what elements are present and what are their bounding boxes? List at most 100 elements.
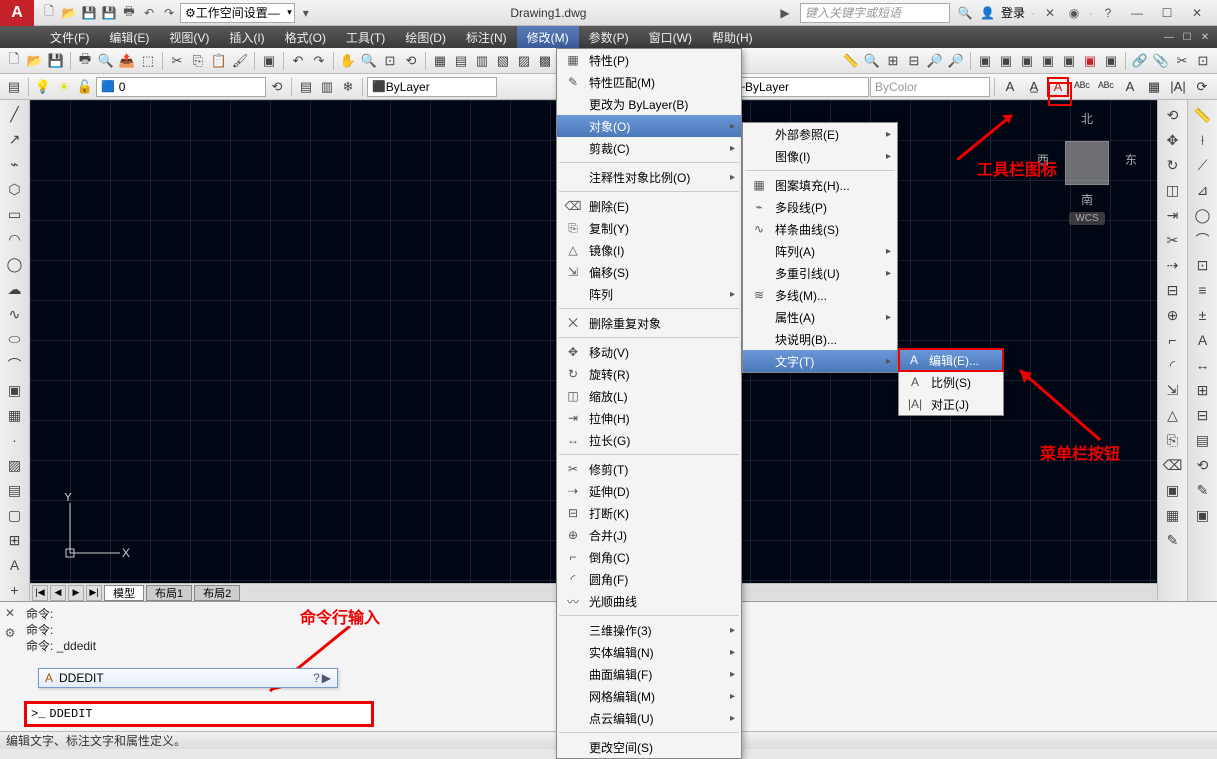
dim-tool-6[interactable]: ⊡ <box>1192 254 1214 276</box>
tb-tp-icon[interactable]: ▥ <box>472 51 492 71</box>
layout-tab-1[interactable]: 布局1 <box>146 585 192 601</box>
menu-item-更改为 ByLayer(B)[interactable]: 更改为 ByLayer(B) <box>557 93 741 115</box>
tb-open-icon[interactable]: 📂 <box>25 51 45 71</box>
menu-item-拉伸(H)[interactable]: ⇥拉伸(H) <box>557 407 741 429</box>
tb-be-icon[interactable]: ▣ <box>1038 51 1058 71</box>
menu-11[interactable]: 帮助(H) <box>702 26 763 48</box>
search-icon[interactable]: 🔍 <box>956 4 974 22</box>
tb-match-icon[interactable]: 🖌 <box>230 51 250 71</box>
menu-item-打断(K)[interactable]: ⊟打断(K) <box>557 502 741 524</box>
tb-pan-icon[interactable]: ✋ <box>338 51 358 71</box>
dim-tool-11[interactable]: ⊞ <box>1192 379 1214 401</box>
open-icon[interactable]: 📂 <box>60 4 78 22</box>
tb-cut-icon[interactable]: ✂ <box>167 51 187 71</box>
polygon-icon[interactable]: ⬡ <box>4 179 26 200</box>
menu-1[interactable]: 编辑(E) <box>99 26 159 48</box>
menu-item-曲面编辑(F)[interactable]: 曲面编辑(F) <box>557 663 741 685</box>
wcs-label[interactable]: WCS <box>1069 212 1104 225</box>
play-icon[interactable]: ▶ <box>776 4 794 22</box>
menu-item-旋转(R)[interactable]: ↻旋转(R) <box>557 363 741 385</box>
help-icon[interactable]: ? <box>1099 4 1117 22</box>
menu-item-缩放(L)[interactable]: ◫缩放(L) <box>557 385 741 407</box>
dim-tool-4[interactable]: ◯ <box>1192 204 1214 226</box>
table-icon[interactable]: ⊞ <box>4 530 26 551</box>
command-input-row[interactable]: >_ <box>24 701 374 727</box>
tb-prop-icon[interactable]: ▦ <box>430 51 450 71</box>
revcloud-icon[interactable]: ☁ <box>4 279 26 300</box>
menu-7[interactable]: 标注(N) <box>456 26 517 48</box>
menu-item-剪裁(C)[interactable]: 剪裁(C) <box>557 137 741 159</box>
tb-block2-icon[interactable]: ▣ <box>996 51 1016 71</box>
exchange-icon[interactable]: ✕ <box>1041 4 1059 22</box>
new-icon[interactable]: 🗋 <box>40 4 58 22</box>
ray-icon[interactable]: ↗ <box>4 129 26 150</box>
text-tb-0[interactable]: A <box>999 77 1021 97</box>
menu-item-对正(J)[interactable]: |A|对正(J) <box>899 393 1003 415</box>
user-icon[interactable]: 👤 <box>980 6 995 20</box>
cmd-config-icon[interactable]: ⚙ <box>5 626 16 640</box>
command-input[interactable] <box>49 707 367 721</box>
menu-item-光顺曲线[interactable]: 〰光顺曲线 <box>557 590 741 612</box>
layer-bulb-icon[interactable]: 💡 <box>33 77 53 97</box>
modify-tool-13[interactable]: ⎘ <box>1162 429 1184 451</box>
doc-btn-0[interactable]: — <box>1161 30 1177 44</box>
menu-item-复制(Y)[interactable]: ⎘复制(Y) <box>557 217 741 239</box>
maximize-button[interactable]: ☐ <box>1153 3 1181 23</box>
search-input[interactable]: 键入关键字或短语 <box>800 3 950 23</box>
ellipsearc-icon[interactable]: ⌒ <box>4 354 26 375</box>
text-tb-5[interactable]: A <box>1119 77 1141 97</box>
modify-tool-2[interactable]: ↻ <box>1162 154 1184 176</box>
tb-block-icon[interactable]: ▣ <box>259 51 279 71</box>
modify-tool-17[interactable]: ✎ <box>1162 529 1184 551</box>
tb-zoom-all-icon[interactable]: ⊞ <box>883 51 903 71</box>
tb-publish-icon[interactable]: 📤 <box>117 51 137 71</box>
menu-item-倒角(C)[interactable]: ⌐倒角(C) <box>557 546 741 568</box>
menu-item-外部参照(E)[interactable]: 外部参照(E) <box>743 123 897 145</box>
tb-attach-icon[interactable]: 📎 <box>1151 51 1171 71</box>
pline-icon[interactable]: ⌁ <box>4 154 26 175</box>
app-logo[interactable]: A <box>0 0 34 26</box>
text-tb-3[interactable]: ᴬᴮᶜ <box>1071 77 1093 97</box>
modify-tool-3[interactable]: ◫ <box>1162 179 1184 201</box>
point-icon[interactable]: · <box>4 430 26 451</box>
text-tb-8[interactable]: ⟳ <box>1191 77 1213 97</box>
layer-iso-icon[interactable]: ▥ <box>317 77 337 97</box>
menu-item-注释性对象比例(O)[interactable]: 注释性对象比例(O) <box>557 166 741 188</box>
menu-8[interactable]: 修改(M) <box>517 26 579 48</box>
menu-item-多段线(P)[interactable]: ⌁多段线(P) <box>743 196 897 218</box>
modify-tool-15[interactable]: ▣ <box>1162 479 1184 501</box>
tb-zoom-2-icon[interactable]: 🔎 <box>946 51 966 71</box>
menu-item-实体编辑(N)[interactable]: 实体编辑(N) <box>557 641 741 663</box>
menu-item-网格编辑(M)[interactable]: 网格编辑(M) <box>557 685 741 707</box>
menu-item-删除(E)[interactable]: ⌫删除(E) <box>557 195 741 217</box>
modify-tool-14[interactable]: ⌫ <box>1162 454 1184 476</box>
menu-item-编辑(E)...[interactable]: A编辑(E)... <box>899 349 1003 371</box>
menu-item-对象(O)[interactable]: 对象(O) <box>557 115 741 137</box>
dim-tool-9[interactable]: A <box>1192 329 1214 351</box>
modify-tool-0[interactable]: ⟲ <box>1162 104 1184 126</box>
tb-clip-icon[interactable]: ✂ <box>1172 51 1192 71</box>
menu-item-修剪(T)[interactable]: ✂修剪(T) <box>557 458 741 480</box>
menu-item-图案填充(H)...[interactable]: ▦图案填充(H)... <box>743 174 897 196</box>
modify-tool-10[interactable]: ◜ <box>1162 354 1184 376</box>
dim-tool-1[interactable]: ⟊ <box>1192 129 1214 151</box>
text-tb-4[interactable]: ᴬᴮᶜ <box>1095 77 1117 97</box>
modify-tool-16[interactable]: ▦ <box>1162 504 1184 526</box>
insert-icon[interactable]: ▣ <box>4 380 26 401</box>
undo-icon[interactable]: ↶ <box>140 4 158 22</box>
tb-insert-icon[interactable]: ▣ <box>975 51 995 71</box>
menu-item-更改空间(S)[interactable]: 更改空间(S) <box>557 736 741 758</box>
tab-nav-1[interactable]: ◀ <box>50 585 66 601</box>
layer-freeze-icon[interactable]: ❄ <box>338 77 358 97</box>
close-button[interactable]: ✕ <box>1183 3 1211 23</box>
tb-new-icon[interactable]: 🗋 <box>4 51 24 71</box>
ellipse-icon[interactable]: ⬭ <box>4 329 26 350</box>
tb-print-icon[interactable]: 🖶 <box>75 51 95 71</box>
menu-item-阵列(A)[interactable]: 阵列(A) <box>743 240 897 262</box>
spline-icon[interactable]: ∿ <box>4 304 26 325</box>
saveas-icon[interactable]: 💾 <box>100 4 118 22</box>
color-combo[interactable]: ⬛ ByLayer <box>367 77 497 97</box>
tooltip-help-icon[interactable]: ? <box>313 671 320 685</box>
tb-calc-icon[interactable]: ▩ <box>535 51 555 71</box>
menu-item-删除重复对象[interactable]: ⨉删除重复对象 <box>557 312 741 334</box>
